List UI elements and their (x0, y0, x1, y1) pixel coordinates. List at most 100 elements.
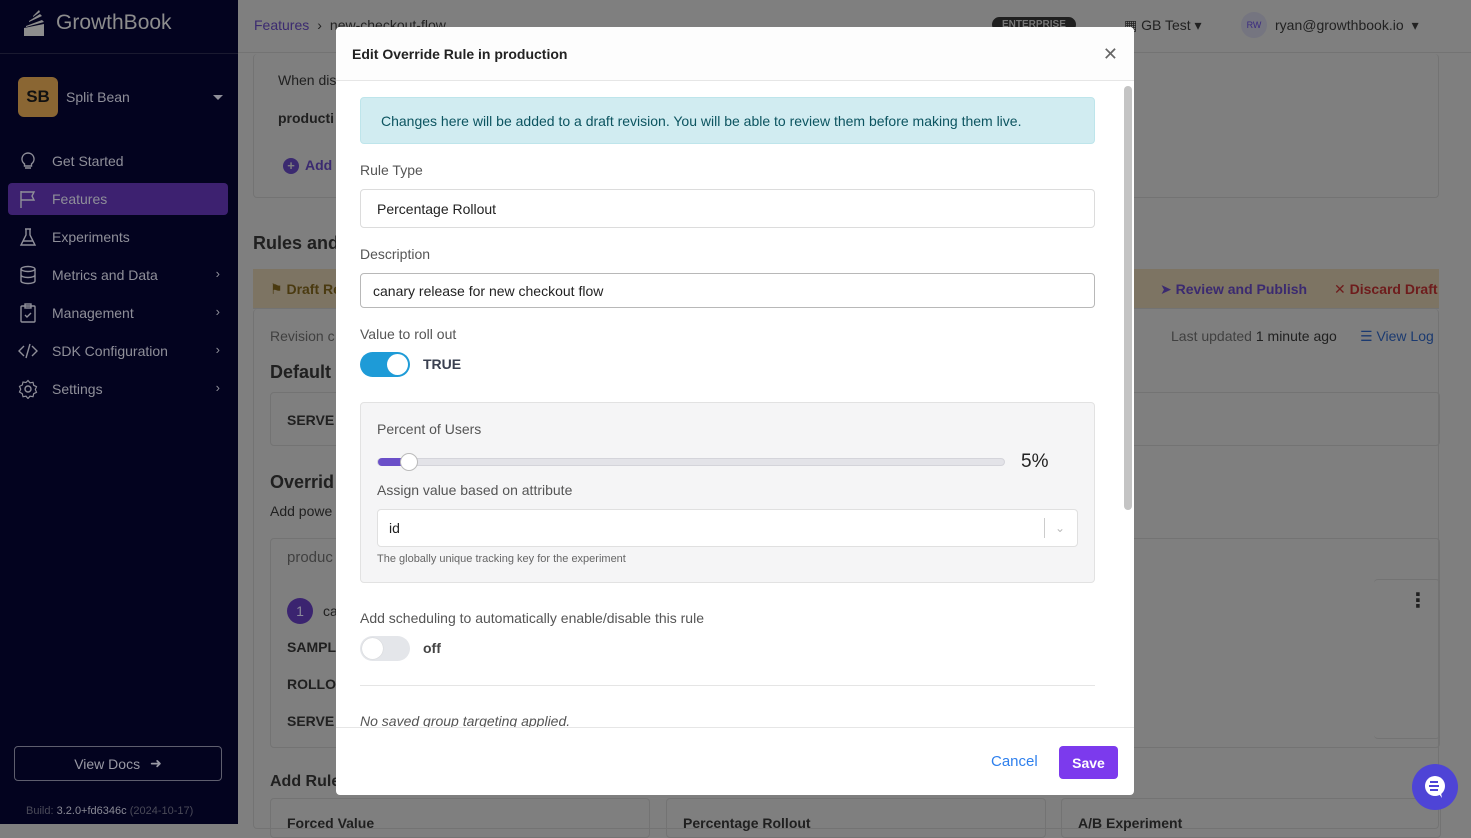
chevron-right-icon: › (215, 304, 220, 319)
flag-icon (20, 191, 36, 208)
sidebar-item-label: Metrics and Data (52, 267, 158, 283)
add-rules-heading: Add Rule (270, 773, 341, 790)
sidebar-item-sdk-configuration[interactable]: SDK Configuration › (8, 335, 228, 367)
cancel-button[interactable]: Cancel (991, 753, 1038, 770)
sidebar-item-label: Experiments (52, 229, 130, 245)
view-log-link[interactable]: ☰ View Log (1360, 328, 1434, 345)
saved-group-text: No saved group targeting applied. (360, 713, 571, 727)
add-label: Add (305, 157, 333, 173)
user-email: ryan@growthbook.io (1275, 17, 1404, 33)
last-updated-label: Last updated (1171, 328, 1252, 344)
rules-heading: Rules and (253, 233, 340, 253)
last-updated-value: 1 minute ago (1255, 328, 1337, 344)
save-button[interactable]: Save (1059, 746, 1118, 779)
build-date: (2024-10-17) (129, 805, 194, 817)
percent-value: 5% (1021, 451, 1049, 472)
slider-handle[interactable] (400, 453, 419, 471)
sidebar-item-label: Get Started (52, 153, 124, 169)
description-input[interactable]: canary release for new checkout flow (360, 273, 1095, 308)
chevron-right-icon: › (215, 266, 220, 281)
close-icon[interactable]: ✕ (1103, 44, 1118, 65)
rule-type-card-forced[interactable]: Forced Value (270, 798, 650, 838)
flask-icon (19, 228, 37, 246)
environment-label: produc (287, 549, 333, 566)
logo[interactable]: GrowthBook (20, 8, 172, 38)
breadcrumb-features-link[interactable]: Features (254, 17, 309, 33)
modal-title: Edit Override Rule in production (336, 27, 1134, 81)
attribute-help: The globally unique tracking key for the… (377, 553, 626, 565)
plus-circle-icon: + (283, 158, 299, 174)
attribute-label: Assign value based on attribute (377, 482, 573, 498)
more-options-icon[interactable]: ⋮ (1408, 591, 1428, 611)
sidebar-item-settings[interactable]: Settings › (8, 373, 228, 405)
org-switcher[interactable]: SB Split Bean (18, 77, 223, 117)
chevron-down-icon: ⌄ (1054, 521, 1065, 535)
value-toggle[interactable] (360, 352, 410, 377)
override-heading: Overrid (270, 472, 335, 492)
rule-type-card-ab[interactable]: A/B Experiment (1061, 798, 1441, 838)
code-icon (18, 343, 38, 359)
sidebar-item-label: Settings (52, 381, 103, 397)
caret-down-icon: ▾ (1411, 16, 1419, 33)
sidebar-item-label: Management (52, 305, 134, 321)
database-icon (20, 265, 36, 285)
view-docs-button[interactable]: View Docs ➜ (14, 746, 222, 781)
project-selector[interactable]: ▦ GB Test ▾ (1124, 17, 1202, 34)
rule-number-badge: 1 (287, 598, 313, 624)
percent-label: Percent of Users (377, 421, 482, 437)
schedule-text: off (423, 640, 441, 656)
divider (1043, 518, 1045, 538)
clipboard-icon (20, 303, 36, 323)
discard-draft-button[interactable]: ✕ Discard Draft (1334, 281, 1438, 298)
production-label: producti (278, 110, 334, 126)
override-description: Add powe (270, 503, 333, 519)
rollout-panel: Percent of Users 5% Assign value based o… (360, 402, 1095, 583)
rule-type-card-rollout[interactable]: Percentage Rollout (666, 798, 1046, 838)
org-name: Split Bean (66, 89, 130, 105)
build-label: Build: (26, 805, 54, 817)
rule-card-title: Percentage Rollout (683, 815, 811, 831)
sidebar: GrowthBook SB Split Bean Get Started Fea… (0, 0, 238, 824)
sidebar-item-get-started[interactable]: Get Started (8, 145, 228, 177)
add-environment-link[interactable]: + Add (283, 157, 332, 174)
rule-type-field: Percentage Rollout (360, 189, 1095, 228)
view-log-label: View Log (1376, 328, 1434, 344)
sidebar-item-metrics-and-data[interactable]: Metrics and Data › (8, 259, 228, 291)
attribute-value: id (389, 520, 400, 536)
chat-button[interactable] (1412, 764, 1458, 810)
sidebar-item-experiments[interactable]: Experiments (8, 221, 228, 253)
draft-label: Draft Re (286, 281, 341, 297)
modal-body: Changes here will be added to a draft re… (336, 82, 1134, 727)
serve-label: SERVE (287, 713, 335, 729)
sidebar-item-management[interactable]: Management › (8, 297, 228, 329)
sidebar-nav: Get Started Features Experiments Metrics… (8, 145, 228, 411)
divider (0, 53, 238, 54)
project-name: GB Test (1141, 17, 1191, 33)
chevron-right-icon: › (215, 380, 220, 395)
rollout-label: ROLLO (287, 676, 336, 692)
sidebar-item-features[interactable]: Features (8, 183, 228, 215)
percent-slider[interactable] (377, 453, 1005, 471)
avatar: RW (1241, 12, 1267, 38)
chevron-right-icon: › (215, 342, 220, 357)
rule-card (1374, 579, 1440, 739)
review-publish-label: Review and Publish (1175, 281, 1308, 297)
last-updated: Last updated 1 minute ago (1171, 328, 1337, 344)
review-and-publish-button[interactable]: ➤ Review and Publish (1160, 281, 1307, 298)
rule-card-title: A/B Experiment (1078, 815, 1183, 831)
value-label: Value to roll out (360, 326, 457, 342)
serve-label: SERVE (287, 412, 335, 428)
description-label: Description (360, 246, 431, 262)
chevron-right-icon: › (317, 17, 322, 33)
org-avatar: SB (18, 77, 58, 117)
user-menu[interactable]: RW ryan@growthbook.io ▾ (1241, 12, 1419, 38)
schedule-toggle[interactable] (360, 636, 410, 661)
attribute-select[interactable]: id ⌄ (377, 509, 1078, 547)
default-heading: Default (270, 362, 332, 382)
close-icon: ✕ (1334, 281, 1350, 297)
caret-down-icon (213, 94, 223, 100)
growthbook-logo-icon (24, 10, 44, 36)
rule-card-title: Forced Value (287, 815, 375, 831)
gear-icon (18, 379, 38, 399)
scrollbar[interactable] (1124, 86, 1132, 510)
